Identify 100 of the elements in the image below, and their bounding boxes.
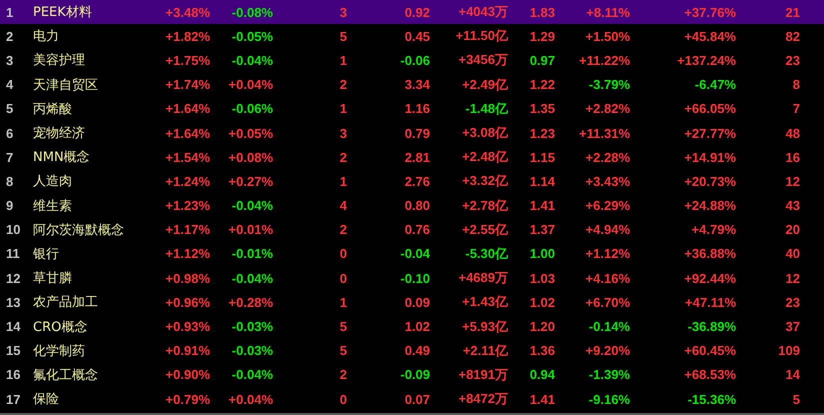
rank-number: 1 bbox=[5, 4, 14, 20]
table-cell-text: 0.92 bbox=[404, 4, 430, 20]
table-cell-text: 20 bbox=[784, 222, 800, 238]
table-row[interactable]: 9 维生素 +1.23% -0.04% 4 0.80 +2.78亿 1.41 +6.29% +24.88% 43 bbox=[0, 194, 824, 218]
table-cell: +0.91% bbox=[165, 343, 210, 358]
table-row[interactable]: 7 NMN概念 +1.54% +0.08% 2 2.81 +2.48亿 1.15 +2.28% +14.91% 16 bbox=[0, 145, 824, 170]
table-cell-text: 0.07 bbox=[404, 392, 430, 407]
table-cell-text: 2.76 bbox=[404, 174, 430, 189]
table-cell-text: 1.14 bbox=[528, 174, 555, 189]
table-row[interactable]: 15 化学制药 +0.91% -0.03% 5 0.49 +2.11亿 1.36 +9.20% +60.45% 109 bbox=[0, 338, 824, 363]
table-cell-text: +6.29% bbox=[584, 198, 630, 214]
table-cell-text: 109 bbox=[777, 343, 800, 358]
table-cell-text: -0.04% bbox=[230, 198, 273, 214]
sector-name: 氟化工概念 bbox=[33, 366, 99, 384]
sector-name: 电力 bbox=[33, 28, 60, 46]
table-cell-text: 2.81 bbox=[404, 150, 430, 165]
rank-number: 15 bbox=[5, 343, 22, 358]
table-cell-text: -0.10 bbox=[399, 270, 430, 286]
table-cell-text: 1.00 bbox=[528, 246, 555, 262]
table-cell: +1.23% bbox=[165, 198, 210, 214]
table-cell-text: -0.01% bbox=[230, 246, 273, 262]
table-cell-text: 21 bbox=[784, 4, 800, 20]
table-cell-text: 1.03 bbox=[528, 270, 555, 286]
table-row[interactable]: 2 电力 +1.82% -0.05% 5 0.45 +11.50亿 1.29 +1.50% +45.84% 82 bbox=[0, 24, 824, 48]
rank-number: 5 bbox=[5, 101, 14, 116]
table-cell-text: +2.28% bbox=[584, 150, 630, 165]
table-cell-text: 0.94 bbox=[528, 367, 555, 382]
table-cell-text: +4043万 bbox=[457, 3, 508, 22]
rank-number: 10 bbox=[5, 222, 22, 238]
table-cell-text: 43 bbox=[784, 198, 800, 214]
table-cell-text: 1.29 bbox=[528, 28, 555, 44]
sector-name: PEEK材料 bbox=[33, 4, 93, 22]
table-cell-text: 5 bbox=[338, 319, 347, 334]
sector-name: 阿尔茨海默概念 bbox=[33, 222, 125, 239]
table-row[interactable]: 12 草甘膦 +0.98% -0.04% 0 -0.10 +4689万 1.03 +4.16% +92.44% 12 bbox=[0, 266, 824, 290]
table-cell-text: 2 bbox=[338, 150, 347, 165]
table-cell: +1.17% bbox=[165, 222, 210, 238]
table-cell-text: +137.24% bbox=[676, 52, 736, 68]
sector-name: 维生素 bbox=[33, 198, 73, 215]
table-row[interactable]: 14 CRO概念 +0.93% -0.03% 5 1.02 +5.93亿 1.20 -0.14% -36.89% 37 bbox=[0, 314, 824, 339]
table-cell-text: -1.39% bbox=[588, 367, 630, 382]
table-cell-text: 1.37 bbox=[528, 222, 555, 238]
table-cell: +3.48% bbox=[165, 4, 210, 20]
table-cell: +1.74% bbox=[165, 77, 210, 92]
table-cell-text: 0.79 bbox=[404, 126, 430, 141]
table-row[interactable]: 13 农产品加工 +0.96% +0.28% 1 0.09 +1.43亿 1.02 +6.70% +47.11% 23 bbox=[0, 290, 824, 314]
table-cell-text: -0.14% bbox=[588, 319, 630, 334]
table-cell-text: +2.48亿 bbox=[461, 148, 508, 166]
table-cell-text: 0.76 bbox=[404, 222, 430, 238]
table-cell-text: 3 bbox=[338, 126, 347, 141]
sector-name: 宠物经济 bbox=[33, 125, 86, 142]
table-cell-text: +0.27% bbox=[228, 174, 273, 189]
table-row[interactable]: 10 阿尔茨海默概念 +1.17% +0.01% 2 0.76 +2.55亿 1.37 +4.94% +4.79% 20 bbox=[0, 218, 824, 242]
rank-number: 11 bbox=[5, 246, 21, 262]
table-cell-text: +0.08% bbox=[228, 150, 273, 165]
table-cell-text: -0.06% bbox=[230, 101, 273, 116]
table-cell-text: +1.50% bbox=[584, 28, 630, 44]
table-row[interactable]: 6 宠物经济 +1.64% +0.05% 3 0.79 +3.08亿 1.23 +11.31% +27.77% 48 bbox=[0, 120, 824, 146]
rank-number: 7 bbox=[5, 150, 14, 165]
table-cell-text: +3.08亿 bbox=[461, 124, 508, 142]
table-cell-text: 4 bbox=[338, 198, 347, 214]
table-row[interactable]: 1 PEEK材料 +3.48% -0.08% 3 0.92 +4043万 1.83 +8.11% +37.76% 21 bbox=[0, 0, 824, 24]
table-cell: +0.93% bbox=[165, 319, 210, 334]
table-row[interactable]: 3 美容护理 +1.75% -0.04% 1 -0.06 +3456万 0.97 +11.22% +137.24% 23 bbox=[0, 48, 824, 73]
table-cell-text: +9.20% bbox=[584, 343, 630, 358]
table-cell-text: +45.84% bbox=[683, 28, 736, 44]
table-row[interactable]: 16 氟化工概念 +0.90% -0.04% 2 -0.09 +8191万 0.94 -1.39% +68.53% 14 bbox=[0, 362, 824, 387]
table-row[interactable]: 11 银行 +1.12% -0.01% 0 -0.04 -5.30亿 1.00 +1.12% +36.88% 40 bbox=[0, 242, 824, 266]
sector-name: 化学制药 bbox=[33, 342, 86, 360]
table-cell-text: +11.31% bbox=[578, 126, 630, 141]
table-cell-text: +3.32亿 bbox=[461, 172, 508, 190]
table-cell-text: -0.09 bbox=[399, 367, 430, 382]
table-cell-text: 0.09 bbox=[404, 294, 430, 310]
table-cell-text: +47.11% bbox=[684, 294, 736, 310]
table-cell-text: +0.28% bbox=[228, 294, 273, 310]
table-cell-text: +1.12% bbox=[584, 246, 630, 262]
table-cell-text: 1.16 bbox=[404, 101, 430, 116]
table-row[interactable]: 8 人造肉 +1.24% +0.27% 1 2.76 +3.32亿 1.14 +3.43% +20.73% 12 bbox=[0, 169, 824, 194]
table-cell-text: 1 bbox=[338, 174, 347, 189]
table-row[interactable]: 17 保险 +0.79% +0.04% 0 0.07 +8472万 1.41 -9.16% -15.36% 5 bbox=[0, 387, 824, 412]
table-cell: +0.79% bbox=[165, 392, 210, 407]
table-cell-text: +14.91% bbox=[683, 150, 736, 165]
table-cell: +0.96% bbox=[165, 294, 210, 310]
table-cell-text: +3456万 bbox=[457, 51, 508, 70]
table-row[interactable]: 4 天津自贸区 +1.74% +0.04% 2 3.34 +2.49亿 1.22 -3.79% -6.47% 8 bbox=[0, 72, 824, 97]
sector-name: 银行 bbox=[33, 246, 60, 263]
rank-number: 2 bbox=[5, 28, 14, 44]
table-cell-text: +27.77% bbox=[683, 126, 736, 141]
table-cell-text: -0.03% bbox=[230, 319, 273, 334]
table-cell-text: 1.15 bbox=[528, 150, 555, 165]
table-cell-text: -5.30亿 bbox=[464, 244, 508, 263]
table-cell-text: +1.43亿 bbox=[461, 293, 508, 312]
table-cell-text: 14 bbox=[784, 367, 800, 382]
table-row[interactable]: 5 丙烯酸 +1.64% -0.06% 1 1.16 -1.48亿 1.35 +2.82% +66.05% 7 bbox=[0, 96, 824, 121]
table-cell-text: 12 bbox=[784, 174, 800, 189]
rank-number: 4 bbox=[5, 77, 14, 92]
table-cell-text: 82 bbox=[784, 28, 800, 44]
table-cell-text: 5 bbox=[338, 343, 347, 358]
table-cell-text: +66.05% bbox=[683, 101, 736, 116]
table-cell: +1.64% bbox=[165, 126, 210, 141]
